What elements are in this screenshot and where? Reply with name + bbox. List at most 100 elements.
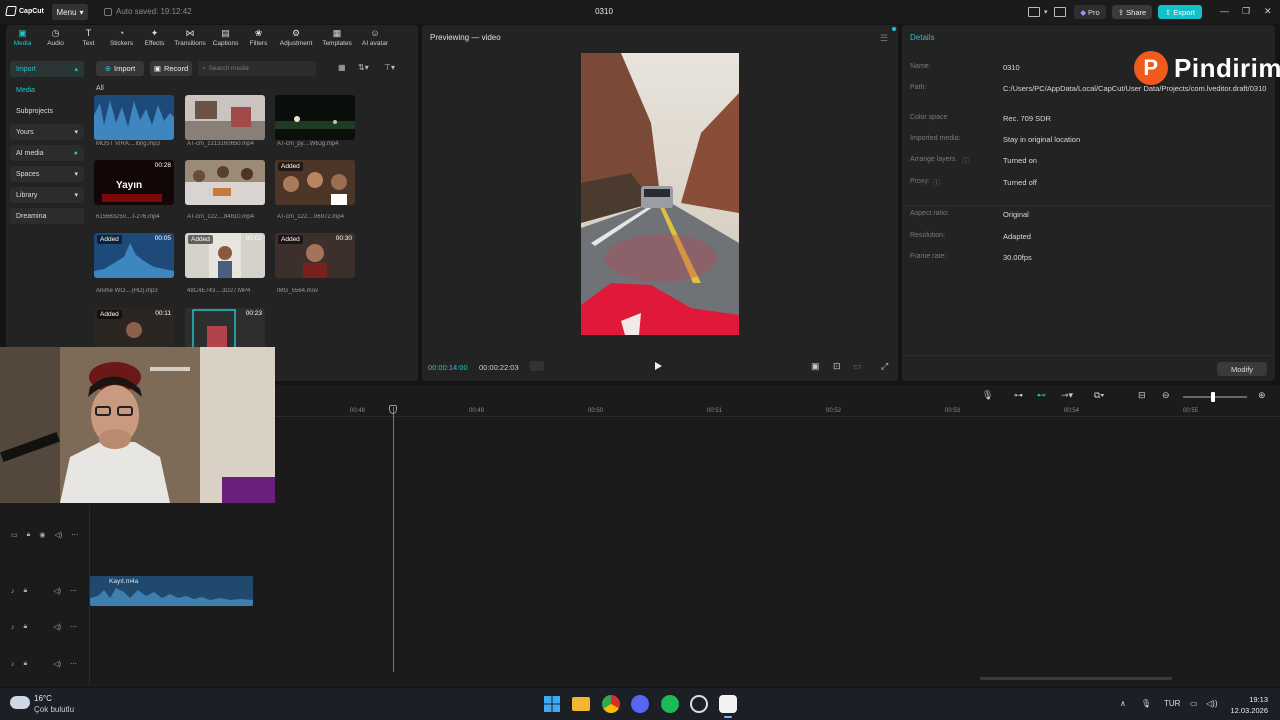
full-quality-icon[interactable]: ▣ <box>811 361 820 372</box>
filter-icon[interactable]: ⊤▾ <box>384 63 395 72</box>
tool-ai-avatar[interactable]: ☺ AI avatar <box>357 25 393 51</box>
detail-value[interactable]: Original <box>1003 210 1273 220</box>
play-button[interactable] <box>655 362 662 370</box>
media-item[interactable]: Added 00:05 <box>94 233 174 278</box>
more-icon[interactable]: ⋯ <box>70 587 77 595</box>
network-icon[interactable]: ▭ <box>1190 699 1198 708</box>
windows-start-icon[interactable] <box>543 695 561 713</box>
system-clock[interactable]: 19:13 12.03.2026 <box>1228 694 1268 716</box>
sidebar-item-dreamina[interactable]: Dreamina <box>10 208 84 224</box>
media-item[interactable]: Added <box>275 160 355 205</box>
magnet-icon[interactable]: ⊷ <box>1037 390 1046 401</box>
tool-templates[interactable]: ▦ Templates <box>317 25 357 51</box>
media-item[interactable] <box>185 160 265 205</box>
sidebar-item-spaces[interactable]: Spaces ▾ <box>10 166 84 182</box>
export-button[interactable]: ⇧ Export <box>1158 5 1202 19</box>
tool-captions[interactable]: ▤ Captions <box>209 25 242 51</box>
filter-all-label[interactable]: All <box>96 85 104 92</box>
playhead-handle[interactable] <box>389 405 397 414</box>
more-icon[interactable]: ⋯ <box>71 531 78 539</box>
restore-icon[interactable]: ❐ <box>1242 6 1250 17</box>
tool-filters[interactable]: ❀ Filters <box>242 25 275 51</box>
tray-expand-icon[interactable]: ∧ <box>1120 699 1126 708</box>
capcut-taskbar-icon[interactable] <box>719 695 737 713</box>
video-preview[interactable] <box>581 53 739 335</box>
grid-view-icon[interactable]: ▦ <box>338 63 346 72</box>
discord-icon[interactable] <box>631 695 649 713</box>
crop-icon[interactable]: ⊡ <box>833 361 841 372</box>
preview-axis-icon[interactable]: ⊟ <box>1138 390 1146 401</box>
lock-icon[interactable]: 🔒︎ <box>27 531 31 539</box>
detail-value[interactable]: Stay in original location <box>1003 135 1273 145</box>
more-icon[interactable]: ⋯ <box>70 660 77 668</box>
close-icon[interactable]: ✕ <box>1264 6 1272 17</box>
file-explorer-icon[interactable] <box>572 697 590 711</box>
media-item[interactable] <box>94 95 174 140</box>
tray-mic-icon[interactable]: 🎙︎ <box>1141 699 1151 708</box>
weather-temperature[interactable]: 16°C <box>34 694 52 703</box>
detail-value[interactable]: Turned on <box>1003 156 1273 166</box>
link-icon[interactable]: ⊶ <box>1014 390 1023 401</box>
sidebar-item-subprojects[interactable]: Subprojects <box>10 103 84 119</box>
ratio-icon[interactable]: ▭ <box>853 361 862 372</box>
chain-icon[interactable]: ⊸▾ <box>1061 390 1073 401</box>
sidebar-item-yours[interactable]: Yours ▾ <box>10 124 84 140</box>
sidebar-item-ai-media[interactable]: AI media ● <box>10 145 84 161</box>
timeline-scrollbar[interactable] <box>980 677 1172 680</box>
fullscreen-icon[interactable]: ⤢ <box>881 361 888 372</box>
modify-button[interactable]: Modify <box>1217 362 1267 376</box>
lock-icon[interactable]: 🔒︎ <box>24 587 28 595</box>
keyboard-icon[interactable] <box>1054 7 1066 17</box>
detail-value[interactable]: Turned off <box>1003 178 1273 188</box>
minimize-icon[interactable]: — <box>1220 6 1229 16</box>
zoom-slider[interactable] <box>1183 396 1247 398</box>
tool-transitions[interactable]: ⋈ Transitions <box>171 25 209 51</box>
tool-audio[interactable]: ◷ Audio <box>39 25 72 51</box>
sidebar-item-import[interactable]: Import ▴ <box>10 61 84 77</box>
language-indicator[interactable]: TUR <box>1164 699 1180 708</box>
info-icon[interactable]: ⓘ <box>962 156 969 166</box>
info-icon[interactable]: ⓘ <box>933 178 940 188</box>
playhead[interactable] <box>393 407 394 672</box>
spotify-icon[interactable] <box>661 695 679 713</box>
media-item[interactable]: Added 00:02 <box>185 233 265 278</box>
search-field[interactable]: ⌕ Search media <box>198 61 316 76</box>
media-item[interactable] <box>275 95 355 140</box>
import-button[interactable]: ⊕ Import <box>96 61 144 76</box>
split-icon[interactable]: ⧉▾ <box>1094 390 1104 401</box>
media-item[interactable]: Added 00:30 <box>275 233 355 278</box>
media-item[interactable]: 00:28 Yayın <box>94 160 174 205</box>
weather-cloud-icon[interactable] <box>10 696 30 709</box>
lock-icon[interactable]: 🔒︎ <box>24 623 28 631</box>
tool-text[interactable]: T Text <box>72 25 105 51</box>
tool-adjustment[interactable]: ⚙ Adjustment <box>275 25 317 51</box>
microphone-icon[interactable]: 🎙︎ <box>982 390 993 401</box>
tool-stickers[interactable]: ◔ Stickers <box>105 25 138 51</box>
eye-icon[interactable]: ◉ <box>39 531 45 539</box>
more-icon[interactable]: ⋯ <box>70 623 77 631</box>
volume-icon[interactable]: ◁)) <box>1206 699 1217 708</box>
speaker-icon[interactable]: ◁) <box>53 660 61 668</box>
detail-value[interactable]: 30.00fps <box>1003 253 1273 263</box>
record-button[interactable]: ▣ Record <box>150 61 192 76</box>
share-button[interactable]: ⇪ Share <box>1112 5 1152 19</box>
media-item[interactable] <box>185 95 265 140</box>
layout-icon[interactable] <box>1028 7 1040 17</box>
sidebar-item-library[interactable]: Library ▾ <box>10 187 84 203</box>
speaker-icon[interactable]: ◁) <box>54 531 62 539</box>
tool-media[interactable]: ▣ Media <box>6 25 39 51</box>
speaker-icon[interactable]: ◁) <box>53 587 61 595</box>
menu-icon[interactable]: ☰ <box>880 33 888 44</box>
sidebar-item-media[interactable]: Media <box>10 82 84 98</box>
detail-value[interactable]: Rec. 709 SDR <box>1003 114 1273 124</box>
layout-chevron-icon[interactable]: ▾ <box>1044 8 1048 16</box>
zoom-slider-handle[interactable] <box>1211 392 1215 402</box>
steam-icon[interactable] <box>690 695 708 713</box>
detail-value[interactable]: Adapted <box>1003 232 1273 242</box>
speaker-icon[interactable]: ◁) <box>53 623 61 631</box>
weather-description[interactable]: Çok bulutlu <box>34 705 74 714</box>
zoom-out-icon[interactable]: ⊖ <box>1162 390 1170 401</box>
sort-icon[interactable]: ⇅▾ <box>358 63 369 72</box>
audio-clip[interactable]: Kayıt.m4a <box>90 576 253 606</box>
zoom-in-icon[interactable]: ⊕ <box>1258 390 1266 401</box>
